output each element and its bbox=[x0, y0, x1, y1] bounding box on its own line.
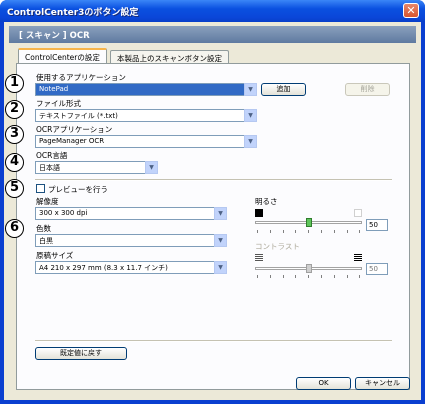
contrast-ticks bbox=[255, 275, 362, 279]
slider-tick bbox=[359, 230, 361, 233]
brightness-label: 明るさ bbox=[255, 197, 278, 206]
contrast-low-icon bbox=[255, 254, 263, 262]
slider-tick bbox=[257, 275, 258, 278]
file-type-label: ファイル形式 bbox=[36, 99, 81, 108]
annotation-badge-4: 4 bbox=[5, 153, 24, 172]
slider-tick bbox=[333, 230, 335, 233]
annotation-badge-5: 5 bbox=[5, 179, 24, 198]
doc-size-label: 原稿サイズ bbox=[36, 251, 74, 260]
reset-defaults-button[interactable]: 既定値に戻す bbox=[35, 347, 127, 360]
scan-header: [ スキャン ] OCR bbox=[9, 26, 416, 43]
slider-tick bbox=[295, 275, 297, 278]
doc-size-select[interactable]: A4 210 x 297 mm (8.3 x 11.7 インチ) bbox=[35, 261, 227, 274]
resolution-select[interactable]: 300 x 300 dpi bbox=[35, 207, 227, 220]
ocr-app-label: OCRアプリケーション bbox=[36, 125, 113, 134]
slider-tick bbox=[282, 230, 284, 233]
brightness-light-icon bbox=[354, 209, 362, 217]
contrast-value[interactable]: 50 bbox=[366, 263, 388, 275]
slider-tick bbox=[359, 275, 361, 278]
slider-tick bbox=[295, 230, 297, 233]
brightness-ticks bbox=[255, 230, 362, 234]
contrast-label: コントラスト bbox=[255, 242, 300, 251]
color-select[interactable]: 白黒 bbox=[35, 234, 227, 247]
brightness-value[interactable]: 50 bbox=[366, 219, 388, 231]
color-dropdown-arrow-icon[interactable]: ▼ bbox=[214, 234, 227, 247]
file-type-select[interactable]: テキストファイル (*.txt) bbox=[35, 109, 257, 122]
slider-tick bbox=[269, 230, 271, 233]
application-dropdown-arrow-icon[interactable]: ▼ bbox=[244, 83, 257, 96]
preview-label: プレビューを行う bbox=[48, 185, 108, 194]
ok-button[interactable]: OK bbox=[296, 377, 351, 390]
close-icon: ✕ bbox=[406, 4, 416, 17]
slider-tick bbox=[308, 230, 310, 233]
dialog-body: [ スキャン ] OCR ControlCenterの設定 本製品上のスキャンボ… bbox=[4, 22, 421, 400]
annotation-badge-6: 6 bbox=[5, 219, 24, 238]
file-type-dropdown-arrow-icon[interactable]: ▼ bbox=[244, 109, 257, 122]
brightness-slider-thumb[interactable] bbox=[305, 218, 312, 227]
annotation-badge-3: 3 bbox=[5, 125, 24, 144]
slider-tick bbox=[269, 275, 271, 278]
contrast-slider-thumb[interactable] bbox=[305, 264, 312, 273]
slider-tick bbox=[257, 230, 258, 233]
tab-controlcenter-settings[interactable]: ControlCenterの設定 bbox=[18, 48, 107, 64]
slider-tick bbox=[321, 230, 322, 233]
add-button[interactable]: 追加 bbox=[261, 83, 306, 96]
annotation-badge-2: 2 bbox=[5, 100, 24, 119]
brightness-dark-icon bbox=[255, 209, 263, 217]
delete-button[interactable]: 削除 bbox=[345, 83, 390, 96]
title-bar[interactable]: ControlCenter3のボタン設定 ✕ bbox=[0, 0, 425, 22]
doc-size-dropdown-arrow-icon[interactable]: ▼ bbox=[214, 261, 227, 274]
dialog-window: ControlCenter3のボタン設定 ✕ [ スキャン ] OCR Cont… bbox=[0, 0, 425, 404]
application-select[interactable]: NotePad bbox=[35, 83, 257, 96]
slider-tick bbox=[333, 275, 335, 278]
tab-device-scan-button-settings[interactable]: 本製品上のスキャンボタン設定 bbox=[110, 50, 229, 64]
slider-tick bbox=[346, 230, 348, 233]
slider-tick bbox=[321, 275, 322, 278]
slider-tick bbox=[282, 275, 284, 278]
ocr-lang-dropdown-arrow-icon[interactable]: ▼ bbox=[145, 161, 158, 174]
slider-tick bbox=[308, 275, 310, 278]
window-title: ControlCenter3のボタン設定 bbox=[7, 8, 139, 18]
resolution-label: 解像度 bbox=[36, 197, 59, 206]
ocr-app-dropdown-arrow-icon[interactable]: ▼ bbox=[244, 135, 257, 148]
application-label: 使用するアプリケーション bbox=[36, 73, 126, 82]
ocr-lang-label: OCR言語 bbox=[36, 151, 68, 160]
ocr-lang-select[interactable]: 日本語 bbox=[35, 161, 158, 174]
bottom-divider bbox=[35, 340, 392, 342]
color-label: 色数 bbox=[36, 224, 51, 233]
resolution-dropdown-arrow-icon[interactable]: ▼ bbox=[214, 207, 227, 220]
slider-tick bbox=[346, 275, 348, 278]
contrast-high-icon bbox=[354, 254, 362, 262]
section-divider bbox=[35, 179, 392, 181]
annotation-badge-1: 1 bbox=[5, 74, 24, 93]
ocr-app-select[interactable]: PageManager OCR bbox=[35, 135, 257, 148]
preview-checkbox[interactable] bbox=[36, 184, 45, 193]
close-button[interactable]: ✕ bbox=[403, 3, 419, 18]
cancel-button[interactable]: キャンセル bbox=[355, 377, 410, 390]
